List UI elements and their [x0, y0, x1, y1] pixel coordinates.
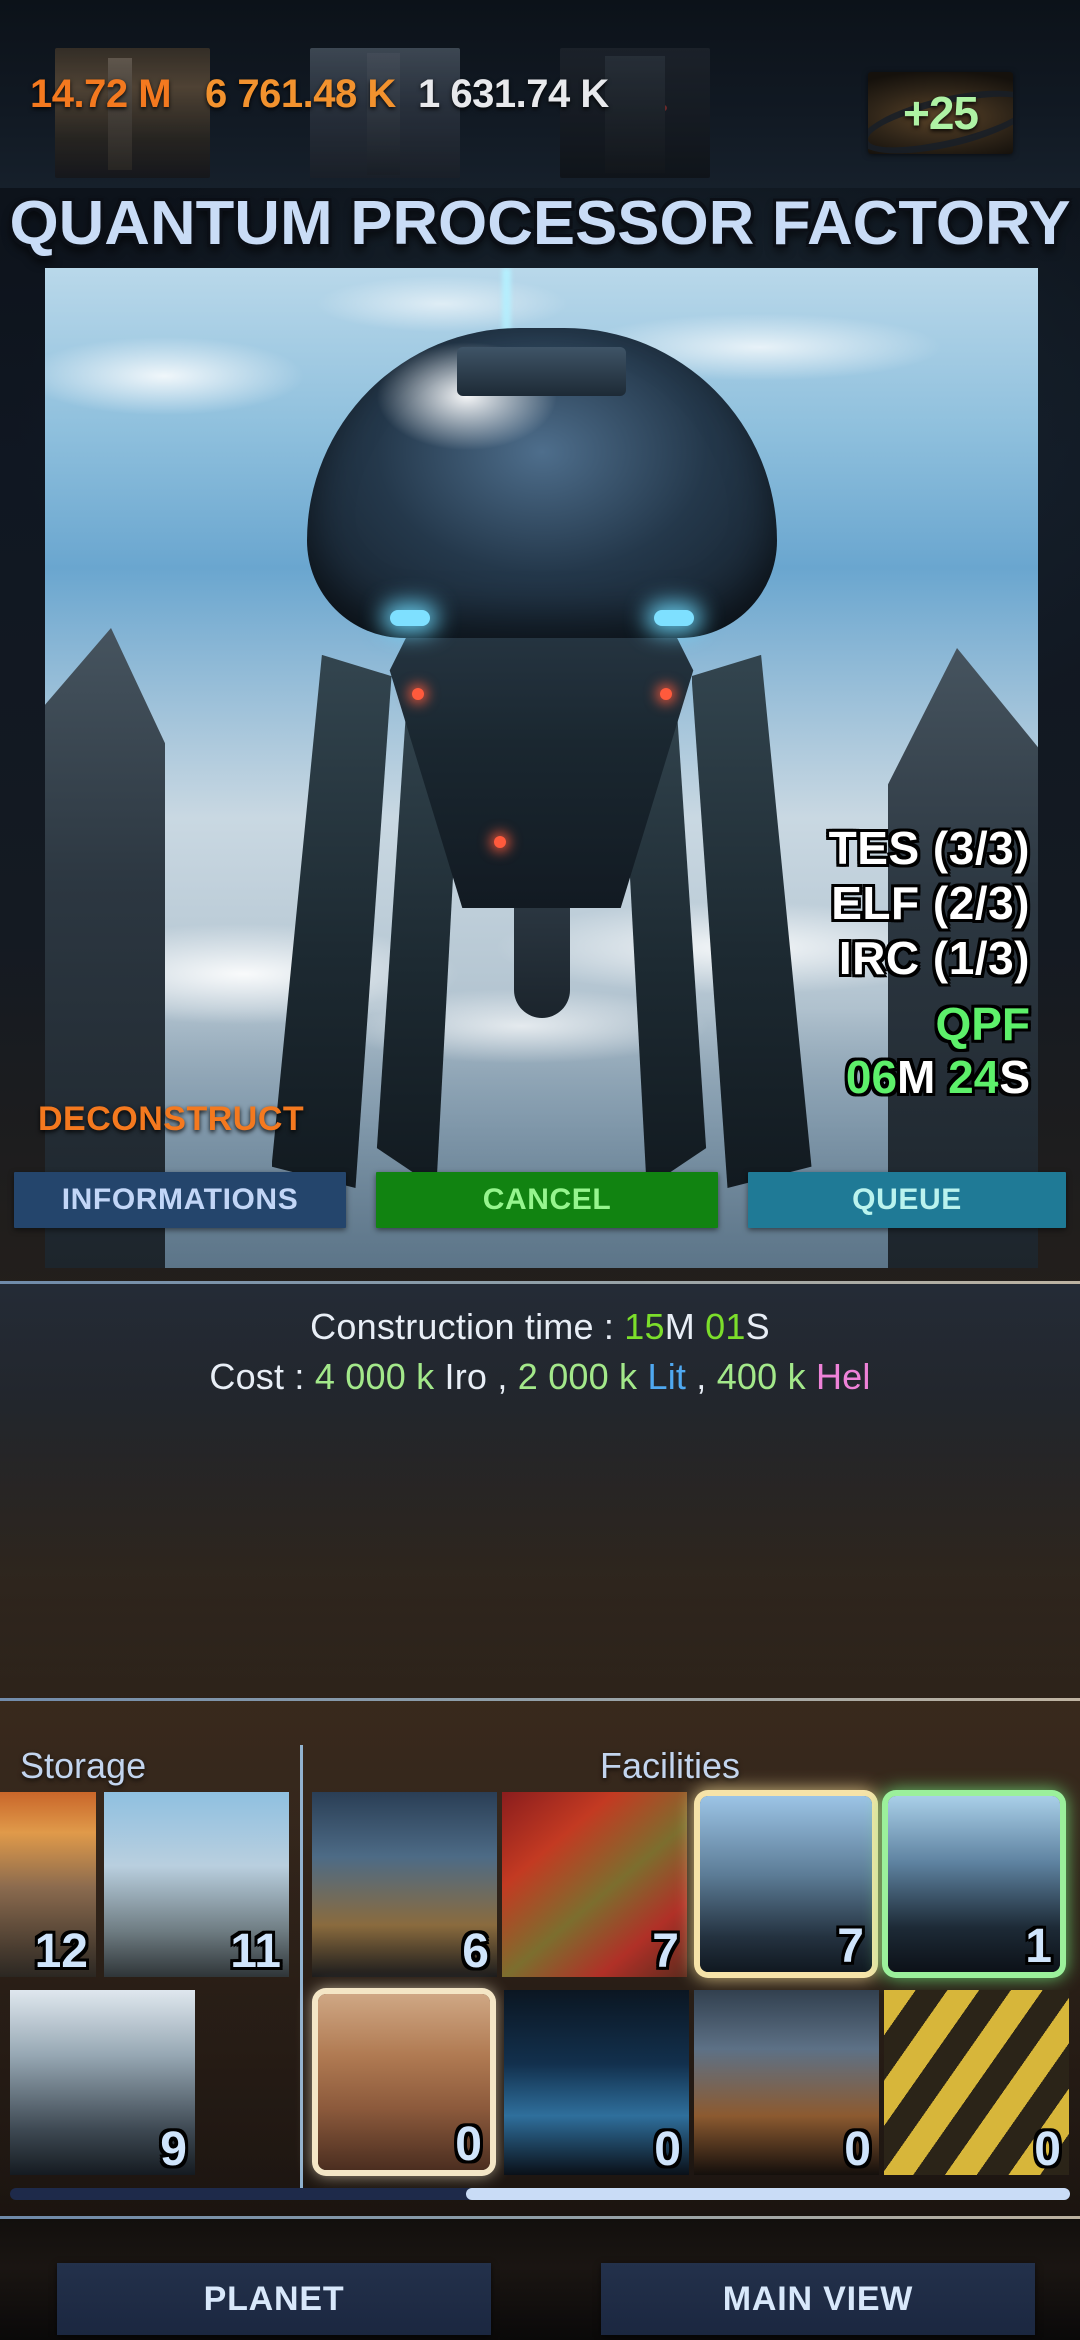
timer-seconds-unit: S	[999, 1051, 1030, 1103]
construction-minutes-unit: M	[664, 1306, 695, 1347]
facility-tile-7-count: 0	[844, 2123, 871, 2175]
quantum-processor-mech	[262, 328, 822, 1188]
timer-seconds: 24	[948, 1051, 1000, 1103]
storage-tile-2-count: 11	[230, 1925, 281, 1977]
storage-section-label: Storage	[20, 1745, 147, 1786]
facility-tile-7[interactable]: 0	[694, 1990, 879, 2175]
requirement-elf: ELF (2/3)	[831, 876, 1030, 929]
scrollbar-thumb[interactable]	[465, 2188, 1070, 2200]
facility-tile-4[interactable]: 1	[888, 1796, 1060, 1972]
cost-amount-helium: 400 k	[716, 1356, 806, 1397]
facility-tile-8-count: 0	[1034, 2123, 1061, 2175]
storage-tile-3-count: 9	[160, 2123, 187, 2175]
facility-tile-6-count: 0	[654, 2123, 681, 2175]
facility-tile-6[interactable]: 0	[504, 1990, 689, 2175]
energy-badge-value: +25	[902, 87, 979, 139]
queue-button[interactable]: QUEUE	[748, 1172, 1066, 1228]
timer-minutes-unit: M	[897, 1051, 936, 1103]
action-button-row: INFORMATIONS CANCEL QUEUE	[14, 1172, 1066, 1228]
cost-separator-1: ,	[487, 1356, 518, 1397]
mech-light-b-icon	[659, 688, 672, 700]
construction-time-line: Construction time : 15M 01S	[0, 1306, 1080, 1348]
timer-minutes: 06	[845, 1051, 898, 1103]
construction-seconds: 01	[705, 1306, 746, 1347]
mech-leg-right	[691, 654, 812, 1188]
mech-light-a-icon	[411, 688, 424, 700]
game-screen: 14.72 M 6 761.48 K 1 631.74 K +25 QUANTU…	[0, 0, 1080, 2340]
page-title: QUANTUM PROCESSOR FACTORY	[9, 189, 1071, 258]
resource-lithium-amount: 6 761.48 K	[205, 71, 396, 116]
facility-tile-1-count: 6	[462, 1925, 489, 1977]
deconstruct-button[interactable]: DECONSTRUCT	[38, 1100, 304, 1139]
building-code-label: QPF	[935, 998, 1030, 1051]
facility-tile-8[interactable]: 0	[884, 1990, 1069, 2175]
mech-dome	[306, 328, 777, 638]
facility-tile-4-count: 1	[1025, 1920, 1052, 1972]
cost-resource-helium: Hel	[815, 1356, 871, 1397]
cost-label: Cost :	[209, 1356, 315, 1397]
cost-amount-iron: 4 000 k	[314, 1356, 435, 1397]
build-timer: 06M 24S	[829, 1053, 1030, 1102]
cost-separator-2: ,	[686, 1356, 717, 1397]
requirements-overlay: TES (3/3) ELF (2/3) IRC (1/3) QPF 06M 24…	[829, 824, 1030, 1102]
facility-tile-3-count: 7	[837, 1920, 864, 1972]
cost-amount-lithium: 2 000 k	[517, 1356, 638, 1397]
construction-time-label: Construction time :	[310, 1306, 625, 1347]
mech-eye-left-icon	[389, 610, 430, 626]
facility-tile-5[interactable]: 0	[318, 1994, 490, 2170]
resource-topbar: 14.72 M 6 761.48 K 1 631.74 K +25	[0, 0, 1080, 188]
storage-tile-3[interactable]: 9	[10, 1990, 195, 2175]
resource-iron-amount: 14.72 M	[30, 71, 172, 116]
informations-button[interactable]: INFORMATIONS	[14, 1172, 346, 1228]
requirement-irc: IRC (1/3)	[838, 931, 1030, 984]
facilities-section-label: Facilities	[600, 1745, 741, 1786]
energy-badge-tile[interactable]: +25	[868, 72, 1013, 154]
construction-info-panel: Construction time : 15M 01S Cost : 4 000…	[0, 1284, 1080, 1698]
facility-tile-2-count: 7	[652, 1925, 679, 1977]
facility-tile-2[interactable]: 7	[502, 1792, 687, 1977]
storage-tile-1-count: 12	[34, 1925, 88, 1977]
cancel-button[interactable]: CANCEL	[376, 1172, 718, 1228]
tiles-horizontal-scrollbar[interactable]	[10, 2188, 1070, 2200]
storage-tile-1[interactable]: 12	[0, 1792, 96, 1977]
cost-resource-iron: Iro	[444, 1356, 488, 1397]
storage-facilities-separator	[300, 1745, 303, 2195]
construction-minutes: 15	[624, 1306, 665, 1347]
mech-eye-right-icon	[653, 610, 694, 626]
facility-tile-5-count: 0	[455, 2118, 482, 2170]
construction-seconds-unit: S	[745, 1306, 770, 1347]
cost-resource-lithium: Lit	[647, 1356, 687, 1397]
requirement-tes: TES (3/3)	[828, 822, 1030, 874]
cost-line: Cost : 4 000 k Iro , 2 000 k Lit , 400 k…	[0, 1356, 1080, 1398]
planet-button[interactable]: PLANET	[57, 2263, 491, 2335]
facility-tile-1[interactable]: 6	[312, 1792, 497, 1977]
bottom-navigation: PLANET MAIN VIEW	[0, 2219, 1080, 2340]
resource-helium-amount: 1 631.74 K	[418, 71, 609, 116]
mech-light-c-icon	[493, 836, 506, 848]
storage-tile-2[interactable]: 11	[104, 1792, 289, 1977]
main-view-button[interactable]: MAIN VIEW	[601, 2263, 1035, 2335]
facility-tile-3[interactable]: 7	[700, 1796, 872, 1972]
